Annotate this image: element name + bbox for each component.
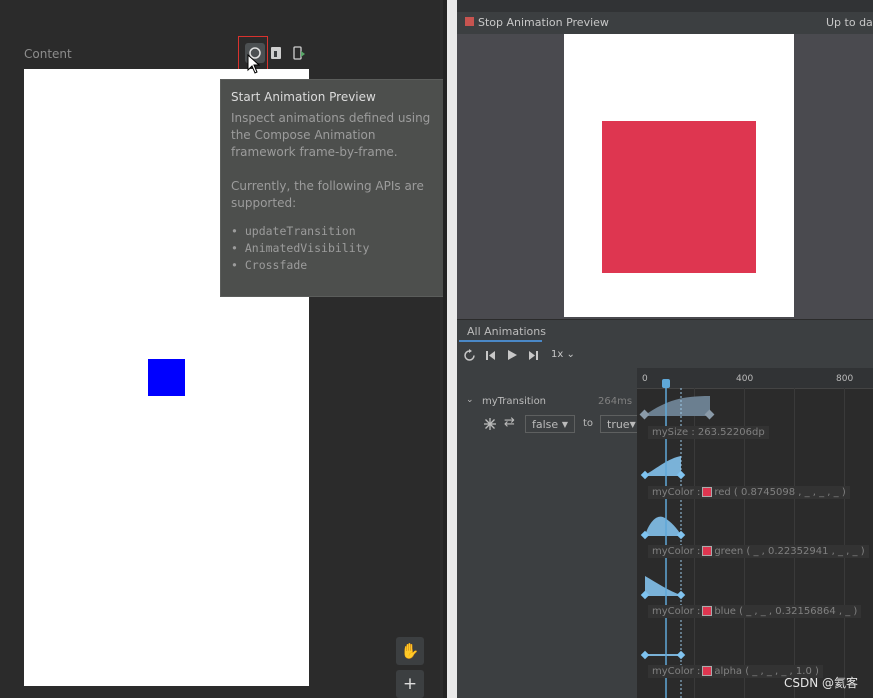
row-label-red: myColor : red ( 0.8745098 , _ , _ , _ ) <box>648 486 850 499</box>
watermark: CSDN @氦客 <box>784 676 859 690</box>
pan-tool-button[interactable]: ✋ <box>396 637 424 665</box>
dropdown-arrow-icon: ▼ <box>629 419 636 429</box>
skip-back-icon[interactable] <box>485 350 496 361</box>
to-label: to <box>583 418 594 429</box>
color-swatch <box>702 546 713 556</box>
top-toolbar <box>457 0 873 12</box>
up-to-date-status: Up to dat <box>826 16 873 29</box>
play-icon[interactable] <box>506 349 518 361</box>
tick-label: 0 <box>642 374 648 384</box>
tick-label: 400 <box>736 374 754 384</box>
blue-square <box>148 359 185 396</box>
blue-curve <box>645 576 681 595</box>
red-square <box>602 121 756 273</box>
speed-label: 1x <box>551 349 564 360</box>
interactive-icon <box>271 47 281 59</box>
tooltip-title: Start Animation Preview <box>231 90 376 104</box>
row-prefix: myColor : <box>652 666 701 677</box>
from-state-value: false <box>532 417 559 431</box>
color-swatch <box>702 606 713 616</box>
dropdown-arrow-icon: ▼ <box>561 419 568 429</box>
keyframe-marker <box>640 650 650 660</box>
row-label-blue: myColor : blue ( _ , _ , 0.32156864 , _ ) <box>648 605 862 618</box>
swap-states-icon[interactable]: ⇄ <box>504 415 515 430</box>
expand-chevron-icon[interactable]: ⌄ <box>466 395 474 405</box>
row-suffix: red ( 0.8745098 , _ , _ , _ ) <box>714 487 846 498</box>
row-prefix: myColor : <box>652 487 701 498</box>
row-prefix: myColor : <box>652 546 701 557</box>
playback-controls <box>457 343 873 368</box>
deploy-device-icon <box>293 46 305 60</box>
playback-speed-dropdown[interactable]: 1x ⌄ <box>551 349 575 360</box>
row-label-mysize: mySize : 263.52206dp <box>648 426 769 439</box>
api-label: updateTransition <box>244 224 356 238</box>
keyframe-marker <box>639 409 650 420</box>
skip-forward-icon[interactable] <box>528 350 539 361</box>
transition-duration: 264ms <box>598 396 633 407</box>
zoom-in-button[interactable]: + <box>396 670 424 698</box>
green-curve <box>645 516 681 535</box>
transition-name: myTransition <box>482 396 547 407</box>
stop-animation-preview-link[interactable]: Stop Animation Preview <box>478 16 609 29</box>
hand-icon: ✋ <box>400 642 420 660</box>
color-swatch <box>702 666 713 676</box>
tooltip: Start Animation Preview Inspect animatio… <box>220 79 448 297</box>
row-suffix: blue ( _ , _ , 0.32156864 , _ ) <box>714 606 858 617</box>
image-separator <box>447 0 457 698</box>
mysize-curve <box>645 396 710 415</box>
playhead-handle[interactable] <box>662 379 670 388</box>
mouse-cursor-icon <box>247 54 261 74</box>
plus-icon: + <box>402 674 418 694</box>
tooltip-api-item: • updateTransition <box>231 224 356 238</box>
tooltip-apis-intro: Currently, the following APIs are suppor… <box>231 179 424 210</box>
tooltip-api-item: • AnimatedVisibility <box>231 241 370 255</box>
api-label: Crossfade <box>244 258 308 272</box>
freeze-icon[interactable] <box>483 417 497 431</box>
tab-underline <box>459 340 542 342</box>
row-label-green: myColor : green ( _ , 0.22352941 , _ , _ … <box>648 545 869 558</box>
red-curve <box>645 456 681 475</box>
color-swatch <box>702 487 713 497</box>
replay-icon[interactable] <box>463 349 476 362</box>
row-suffix: green ( _ , 0.22352941 , _ , _ ) <box>714 546 865 557</box>
deploy-preview-button[interactable] <box>289 43 309 63</box>
content-label: Content <box>24 47 72 61</box>
to-state-value: true <box>607 417 630 431</box>
from-state-dropdown[interactable]: false ▼ <box>525 415 575 433</box>
interactive-preview-button[interactable] <box>266 43 286 63</box>
keyframe-marker <box>640 470 650 480</box>
chevron-down-icon: ⌄ <box>563 349 575 360</box>
tab-all-animations[interactable]: All Animations <box>467 325 546 338</box>
stop-icon[interactable] <box>465 17 474 26</box>
tooltip-description: Inspect animations defined using the Com… <box>231 111 431 159</box>
tick-label: 800 <box>836 374 854 384</box>
row-prefix: myColor : <box>652 606 701 617</box>
to-state-dropdown[interactable]: true ▼ <box>600 415 640 433</box>
tooltip-api-item: • Crossfade <box>231 258 308 272</box>
api-label: AnimatedVisibility <box>244 241 370 255</box>
